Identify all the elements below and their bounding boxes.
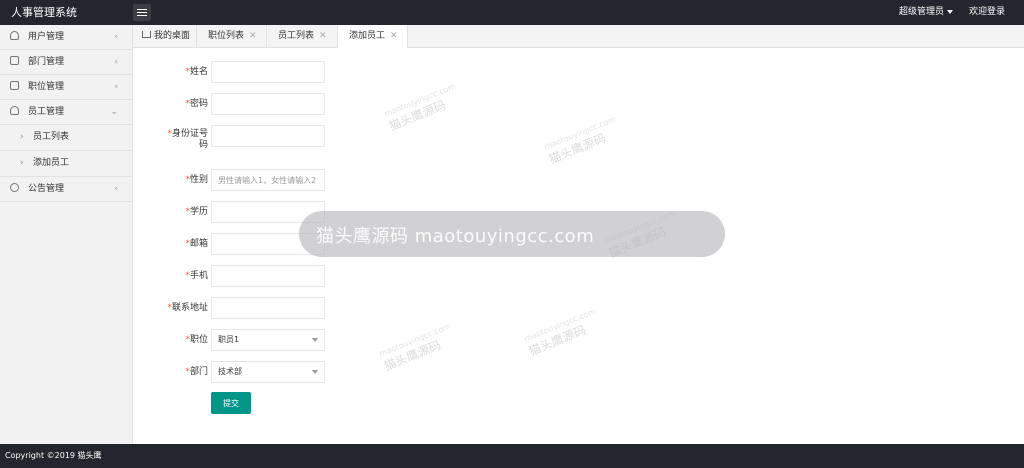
department-select[interactable]: 技术部 (211, 361, 325, 383)
tab-label: 添加员工 (349, 31, 386, 41)
submit-button[interactable]: 提交 (211, 392, 251, 414)
label-text: 部门 (189, 367, 208, 377)
position-icon (10, 81, 19, 90)
label-text: 邮箱 (189, 239, 208, 249)
label-text: 学历 (189, 207, 208, 217)
field-label: *部门 (185, 367, 208, 378)
sidebar-subitem-add-employee[interactable]: › 添加员工 (0, 151, 132, 177)
field-label: *姓名 (185, 67, 208, 78)
tab-add-employee[interactable]: 添加员工 ✕ (338, 25, 408, 48)
field-label: *密码 (185, 99, 208, 110)
position-select[interactable]: 职员1 (211, 329, 325, 351)
sidebar-item-label: 职位管理 (28, 82, 65, 92)
label-text: 性别 (189, 175, 208, 185)
sidebar: 用户管理 ‹ 部门管理 ‹ 职位管理 ‹ 员工管理 ⌄ › 员工列表 › 添加员… (0, 25, 133, 444)
tab-label: 员工列表 (278, 31, 315, 41)
field-label: *性别 (185, 175, 208, 186)
chevron-down-icon: ⌄ (110, 107, 118, 117)
chevron-left-icon: ‹ (114, 32, 118, 42)
selected-value: 技术部 (218, 367, 242, 376)
tab-desktop[interactable]: 我的桌面 (133, 25, 197, 47)
sidebar-item-departments[interactable]: 部门管理 ‹ (0, 50, 132, 75)
field-label: *邮箱 (185, 239, 208, 250)
address-input[interactable] (211, 297, 325, 319)
label-text: 身份证号码 (171, 129, 208, 150)
password-input[interactable] (211, 93, 325, 115)
app-title: 人事管理系统 (11, 6, 77, 19)
label-text: 姓名 (189, 67, 208, 77)
sidebar-item-positions[interactable]: 职位管理 ‹ (0, 75, 132, 100)
id-number-input[interactable] (211, 125, 325, 147)
chevron-left-icon: ‹ (114, 82, 118, 92)
label-text: 密码 (189, 99, 208, 109)
department-icon (10, 56, 19, 65)
home-icon (142, 31, 151, 38)
close-icon[interactable]: ✕ (390, 31, 398, 41)
sidebar-item-label: 员工管理 (28, 107, 65, 117)
top-header: 人事管理系统 超级管理员 欢迎登录 (0, 0, 1024, 25)
chevron-right-icon: › (20, 132, 24, 142)
close-icon[interactable]: ✕ (319, 31, 327, 41)
dropdown-arrow-icon (312, 338, 318, 342)
field-label: *学历 (185, 207, 208, 218)
sidebar-item-announcements[interactable]: 公告管理 ‹ (0, 177, 132, 202)
employees-icon (10, 106, 19, 115)
admin-user-label: 超级管理员 (899, 7, 945, 17)
sidebar-item-label: 部门管理 (28, 57, 65, 67)
close-icon[interactable]: ✕ (249, 31, 257, 41)
tab-bar: 我的桌面 职位列表 ✕ 员工列表 ✕ 添加员工 ✕ (133, 25, 1024, 48)
field-label: *手机 (185, 271, 208, 282)
tab-label: 职位列表 (208, 31, 245, 41)
field-label: *职位 (185, 335, 208, 346)
label-text: 职位 (189, 335, 208, 345)
selected-value: 职员1 (218, 335, 240, 344)
welcome-link[interactable]: 欢迎登录 (969, 0, 1005, 25)
sidebar-subitem-employee-list[interactable]: › 员工列表 (0, 125, 132, 151)
label-text: 手机 (189, 271, 208, 281)
name-input[interactable] (211, 61, 325, 83)
menu-toggle-button[interactable] (133, 4, 151, 21)
sidebar-item-label: 公告管理 (28, 184, 65, 194)
label-text: 联系地址 (171, 303, 208, 313)
footer: Copyright ©2019 猫头鹰 (0, 444, 1024, 468)
sidebar-subitem-label: 员工列表 (33, 132, 70, 142)
phone-input[interactable] (211, 265, 325, 287)
field-label: *身份证号码 (162, 129, 208, 151)
chevron-left-icon: ‹ (114, 184, 118, 194)
caret-down-icon (947, 9, 954, 14)
sidebar-item-label: 用户管理 (28, 32, 65, 42)
sidebar-subitem-label: 添加员工 (33, 158, 70, 168)
user-icon (10, 31, 19, 40)
tab-employee-list[interactable]: 员工列表 ✕ (267, 25, 338, 47)
copyright-text: Copyright ©2019 猫头鹰 (5, 451, 102, 460)
tab-position-list[interactable]: 职位列表 ✕ (197, 25, 267, 47)
gender-input[interactable] (211, 169, 325, 191)
tab-label: 我的桌面 (154, 31, 191, 41)
watermark-text: 猫头鹰源码 maotouyingcc.com (316, 226, 595, 247)
chevron-left-icon: ‹ (114, 57, 118, 67)
admin-user-menu[interactable]: 超级管理员 (899, 0, 954, 25)
sidebar-item-employees[interactable]: 员工管理 ⌄ (0, 100, 132, 125)
chevron-right-icon: › (20, 158, 24, 168)
field-label: *联系地址 (167, 303, 208, 314)
announcement-icon (10, 183, 19, 192)
sidebar-item-users[interactable]: 用户管理 ‹ (0, 25, 132, 50)
dropdown-arrow-icon (312, 370, 318, 374)
